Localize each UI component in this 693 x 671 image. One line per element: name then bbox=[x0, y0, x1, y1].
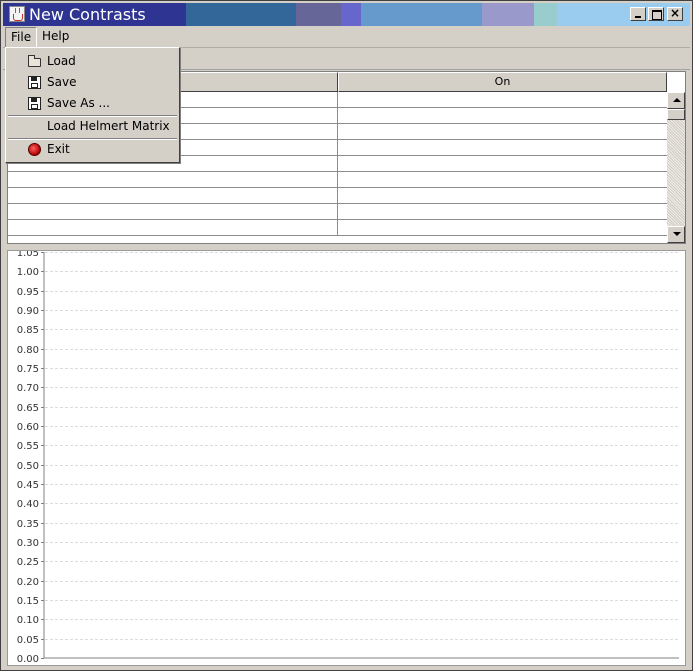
y-tick-label: 0.90 bbox=[17, 306, 39, 317]
java-cup-steam bbox=[15, 8, 20, 13]
exit-icon bbox=[28, 143, 41, 156]
table-cell[interactable] bbox=[8, 172, 338, 187]
menu-item-label: Save bbox=[47, 75, 77, 89]
table-cell[interactable] bbox=[338, 156, 667, 171]
chart-plot: 1.05 1.00 0.95 0.90 0.85 0.80 0.75 0.70 0.65 0.60… bbox=[17, 251, 679, 665]
menu-help[interactable]: Help bbox=[36, 27, 75, 46]
menu-item-label: Load bbox=[47, 54, 76, 68]
title-bar-segment bbox=[296, 3, 341, 26]
table-cell[interactable] bbox=[338, 204, 667, 219]
window-title: New Contrasts bbox=[29, 5, 146, 24]
title-bar[interactable]: New Contrasts × bbox=[3, 3, 690, 26]
table-cell[interactable] bbox=[338, 220, 667, 235]
table-row[interactable] bbox=[8, 188, 667, 204]
arrow-down-icon bbox=[673, 232, 681, 236]
file-menu-dropdown: Load Save Save As ... Load Helmert Matri… bbox=[5, 47, 180, 163]
maximize-icon bbox=[652, 10, 662, 20]
y-tick-label: 1.00 bbox=[17, 267, 39, 278]
save-as-icon bbox=[28, 97, 41, 110]
menu-item-load[interactable]: Load bbox=[8, 51, 177, 72]
java-cup-body bbox=[13, 14, 23, 21]
y-tick-label: 1.05 bbox=[17, 251, 39, 259]
y-tick-label: 0.05 bbox=[17, 635, 39, 646]
menu-item-label: Save As ... bbox=[47, 96, 110, 110]
floppy-disk-icon bbox=[28, 76, 41, 89]
maximize-button[interactable] bbox=[648, 7, 664, 21]
y-tick-label: 0.25 bbox=[17, 557, 39, 568]
folder-open-icon bbox=[28, 55, 41, 67]
menu-item-save-as[interactable]: Save As ... bbox=[8, 93, 177, 114]
title-bar-segment bbox=[534, 3, 557, 26]
scroll-up-button[interactable] bbox=[667, 92, 685, 109]
table-cell[interactable] bbox=[8, 188, 338, 203]
table-cell[interactable] bbox=[8, 220, 338, 235]
table-cell[interactable] bbox=[338, 188, 667, 203]
y-tick-label: 0.40 bbox=[17, 499, 39, 510]
title-bar-segment bbox=[341, 3, 361, 26]
y-tick-label: 0.50 bbox=[17, 461, 39, 472]
y-tick-label: 0.95 bbox=[17, 287, 39, 298]
scroll-down-button[interactable] bbox=[667, 226, 685, 243]
menu-item-label: Exit bbox=[47, 142, 70, 156]
minimize-button[interactable] bbox=[630, 7, 646, 21]
y-tick-label: 0.80 bbox=[17, 345, 39, 356]
title-bar-segment bbox=[361, 3, 482, 26]
table-cell[interactable] bbox=[338, 108, 667, 123]
column-header-on[interactable]: On bbox=[338, 72, 667, 92]
menu-item-exit[interactable]: Exit bbox=[8, 139, 177, 160]
y-tick-label: 0.20 bbox=[17, 577, 39, 588]
table-cell[interactable] bbox=[338, 172, 667, 187]
table-row[interactable] bbox=[8, 172, 667, 188]
menu-item-label: Load Helmert Matrix bbox=[47, 119, 170, 133]
menu-file[interactable]: File bbox=[5, 27, 38, 48]
table-cell[interactable] bbox=[338, 140, 667, 155]
menu-bar: File Help bbox=[3, 26, 690, 48]
application-window: New Contrasts × File Help On 1.05 1.00 0… bbox=[0, 0, 693, 671]
y-tick-label: 0.30 bbox=[17, 538, 39, 549]
close-button[interactable]: × bbox=[667, 6, 683, 21]
title-bar-segment bbox=[186, 3, 296, 26]
table-cell[interactable] bbox=[338, 124, 667, 139]
table-cell[interactable] bbox=[8, 204, 338, 219]
table-vertical-scrollbar[interactable] bbox=[667, 92, 685, 243]
table-row[interactable] bbox=[8, 220, 667, 236]
y-tick-label: 0.65 bbox=[17, 403, 39, 414]
y-tick-label: 0.00 bbox=[17, 654, 39, 665]
table-row[interactable] bbox=[8, 204, 667, 220]
y-tick-label: 0.60 bbox=[17, 422, 39, 433]
y-tick-label: 0.10 bbox=[17, 615, 39, 626]
y-tick-label: 0.45 bbox=[17, 480, 39, 491]
y-tick-label: 0.35 bbox=[17, 519, 39, 530]
arrow-up-icon bbox=[673, 98, 681, 102]
table-cell[interactable] bbox=[338, 92, 667, 107]
y-tick-label: 0.55 bbox=[17, 441, 39, 452]
y-tick-label: 0.15 bbox=[17, 596, 39, 607]
chart-panel: 1.05 1.00 0.95 0.90 0.85 0.80 0.75 0.70 0.65 0.60… bbox=[7, 250, 686, 666]
menu-item-load-helmert-matrix[interactable]: Load Helmert Matrix bbox=[8, 116, 177, 137]
y-tick-label: 0.75 bbox=[17, 364, 39, 375]
java-cup-icon[interactable] bbox=[9, 6, 25, 22]
y-tick-label: 0.85 bbox=[17, 325, 39, 336]
scroll-thumb[interactable] bbox=[667, 109, 685, 120]
y-tick-label: 0.70 bbox=[17, 383, 39, 394]
minimize-icon bbox=[635, 16, 641, 18]
menu-item-save[interactable]: Save bbox=[8, 72, 177, 93]
close-icon: × bbox=[669, 6, 681, 20]
title-bar-segment bbox=[482, 3, 534, 26]
